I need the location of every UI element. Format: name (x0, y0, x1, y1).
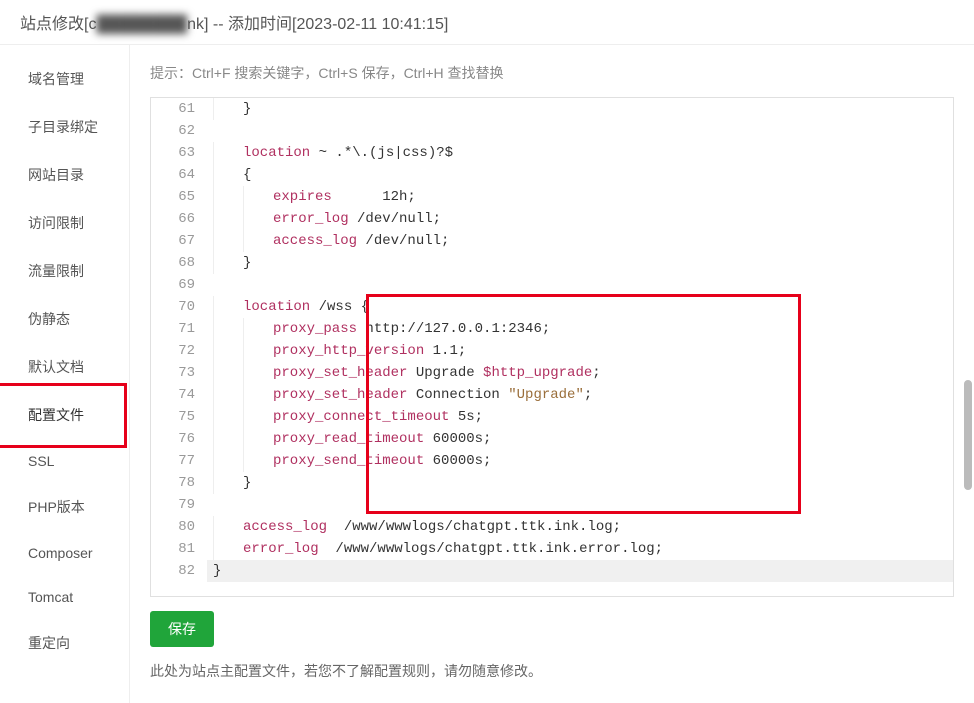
code-line[interactable]: 64{ (151, 164, 953, 186)
line-number: 74 (151, 384, 207, 406)
code-content[interactable]: proxy_set_header Connection "Upgrade"; (207, 384, 953, 406)
code-line[interactable]: 61} (151, 98, 953, 120)
code-line[interactable]: 70location /wss { (151, 296, 953, 318)
code-content[interactable]: proxy_http_version 1.1; (207, 340, 953, 362)
code-content[interactable]: } (207, 472, 953, 494)
line-number: 80 (151, 516, 207, 538)
code-content[interactable]: location /wss { (207, 296, 953, 318)
line-number: 68 (151, 252, 207, 274)
code-line[interactable]: 67access_log /dev/null; (151, 230, 953, 252)
line-number: 69 (151, 274, 207, 296)
code-line[interactable]: 63location ~ .*\.(js|css)?$ (151, 142, 953, 164)
code-content[interactable] (207, 274, 953, 296)
header-blurred: ████████ (96, 16, 187, 34)
code-content[interactable]: proxy_connect_timeout 5s; (207, 406, 953, 428)
code-content[interactable]: } (207, 252, 953, 274)
code-content[interactable]: { (207, 164, 953, 186)
line-number: 81 (151, 538, 207, 560)
line-number: 71 (151, 318, 207, 340)
sidebar-item-7[interactable]: 配置文件 (0, 391, 129, 439)
code-line[interactable]: 62 (151, 120, 953, 142)
sidebar-item-4[interactable]: 流量限制 (0, 247, 129, 295)
code-line[interactable]: 79 (151, 494, 953, 516)
code-content[interactable]: access_log /dev/null; (207, 230, 953, 252)
code-line[interactable]: 73proxy_set_header Upgrade $http_upgrade… (151, 362, 953, 384)
code-line[interactable]: 81error_log /www/wwwlogs/chatgpt.ttk.ink… (151, 538, 953, 560)
code-content[interactable]: proxy_read_timeout 60000s; (207, 428, 953, 450)
code-line[interactable]: 78} (151, 472, 953, 494)
line-number: 78 (151, 472, 207, 494)
sidebar-item-11[interactable]: Tomcat (0, 575, 129, 619)
sidebar-item-12[interactable]: 重定向 (0, 619, 129, 667)
sidebar: 域名管理子目录绑定网站目录访问限制流量限制伪静态默认文档配置文件SSLPHP版本… (0, 45, 130, 703)
code-content[interactable]: access_log /www/wwwlogs/chatgpt.ttk.ink.… (207, 516, 953, 538)
sidebar-item-0[interactable]: 域名管理 (0, 55, 129, 103)
code-content[interactable]: error_log /www/wwwlogs/chatgpt.ttk.ink.e… (207, 538, 953, 560)
code-line[interactable]: 76proxy_read_timeout 60000s; (151, 428, 953, 450)
sidebar-item-5[interactable]: 伪静态 (0, 295, 129, 343)
code-content[interactable]: proxy_pass http://127.0.0.1:2346; (207, 318, 953, 340)
editor-hint: 提示：Ctrl+F 搜索关键字，Ctrl+S 保存，Ctrl+H 查找替换 (150, 63, 954, 83)
header-prefix: 站点修改[c (20, 16, 96, 33)
code-line[interactable]: 75proxy_connect_timeout 5s; (151, 406, 953, 428)
line-number: 67 (151, 230, 207, 252)
code-line[interactable]: 66error_log /dev/null; (151, 208, 953, 230)
line-number: 61 (151, 98, 207, 120)
line-number: 79 (151, 494, 207, 516)
sidebar-item-2[interactable]: 网站目录 (0, 151, 129, 199)
sidebar-item-6[interactable]: 默认文档 (0, 343, 129, 391)
line-number: 70 (151, 296, 207, 318)
main-panel: 提示：Ctrl+F 搜索关键字，Ctrl+S 保存，Ctrl+H 查找替换 61… (130, 45, 974, 703)
line-number: 73 (151, 362, 207, 384)
line-number: 75 (151, 406, 207, 428)
line-number: 65 (151, 186, 207, 208)
code-content[interactable]: proxy_send_timeout 60000s; (207, 450, 953, 472)
code-content[interactable]: expires 12h; (207, 186, 953, 208)
line-number: 66 (151, 208, 207, 230)
line-number: 77 (151, 450, 207, 472)
code-content[interactable] (207, 120, 953, 142)
code-editor[interactable]: 61}6263location ~ .*\.(js|css)?$64{65exp… (150, 97, 954, 597)
code-content[interactable]: } (207, 98, 953, 120)
code-line[interactable]: 69 (151, 274, 953, 296)
code-line[interactable]: 65expires 12h; (151, 186, 953, 208)
code-content[interactable]: error_log /dev/null; (207, 208, 953, 230)
code-line[interactable]: 82} (151, 560, 953, 582)
modal-header: 站点修改[c████████nk] -- 添加时间[2023-02-11 10:… (0, 0, 974, 45)
code-content[interactable]: proxy_set_header Upgrade $http_upgrade; (207, 362, 953, 384)
header-suffix: nk] -- 添加时间[2023-02-11 10:41:15] (187, 16, 448, 33)
config-warning: 此处为站点主配置文件，若您不了解配置规则，请勿随意修改。 (150, 661, 954, 681)
sidebar-item-9[interactable]: PHP版本 (0, 483, 129, 531)
code-line[interactable]: 77proxy_send_timeout 60000s; (151, 450, 953, 472)
line-number: 82 (151, 560, 207, 582)
code-line[interactable]: 72proxy_http_version 1.1; (151, 340, 953, 362)
sidebar-item-1[interactable]: 子目录绑定 (0, 103, 129, 151)
line-number: 63 (151, 142, 207, 164)
code-content[interactable]: } (207, 560, 953, 582)
line-number: 64 (151, 164, 207, 186)
code-line[interactable]: 74proxy_set_header Connection "Upgrade"; (151, 384, 953, 406)
code-content[interactable]: location ~ .*\.(js|css)?$ (207, 142, 953, 164)
line-number: 62 (151, 120, 207, 142)
sidebar-item-10[interactable]: Composer (0, 531, 129, 575)
code-line[interactable]: 68} (151, 252, 953, 274)
code-content[interactable] (207, 494, 953, 516)
sidebar-item-3[interactable]: 访问限制 (0, 199, 129, 247)
scrollbar-thumb[interactable] (964, 380, 972, 490)
line-number: 72 (151, 340, 207, 362)
code-line[interactable]: 71proxy_pass http://127.0.0.1:2346; (151, 318, 953, 340)
save-button[interactable]: 保存 (150, 611, 214, 647)
code-line[interactable]: 80access_log /www/wwwlogs/chatgpt.ttk.in… (151, 516, 953, 538)
line-number: 76 (151, 428, 207, 450)
sidebar-item-8[interactable]: SSL (0, 439, 129, 483)
